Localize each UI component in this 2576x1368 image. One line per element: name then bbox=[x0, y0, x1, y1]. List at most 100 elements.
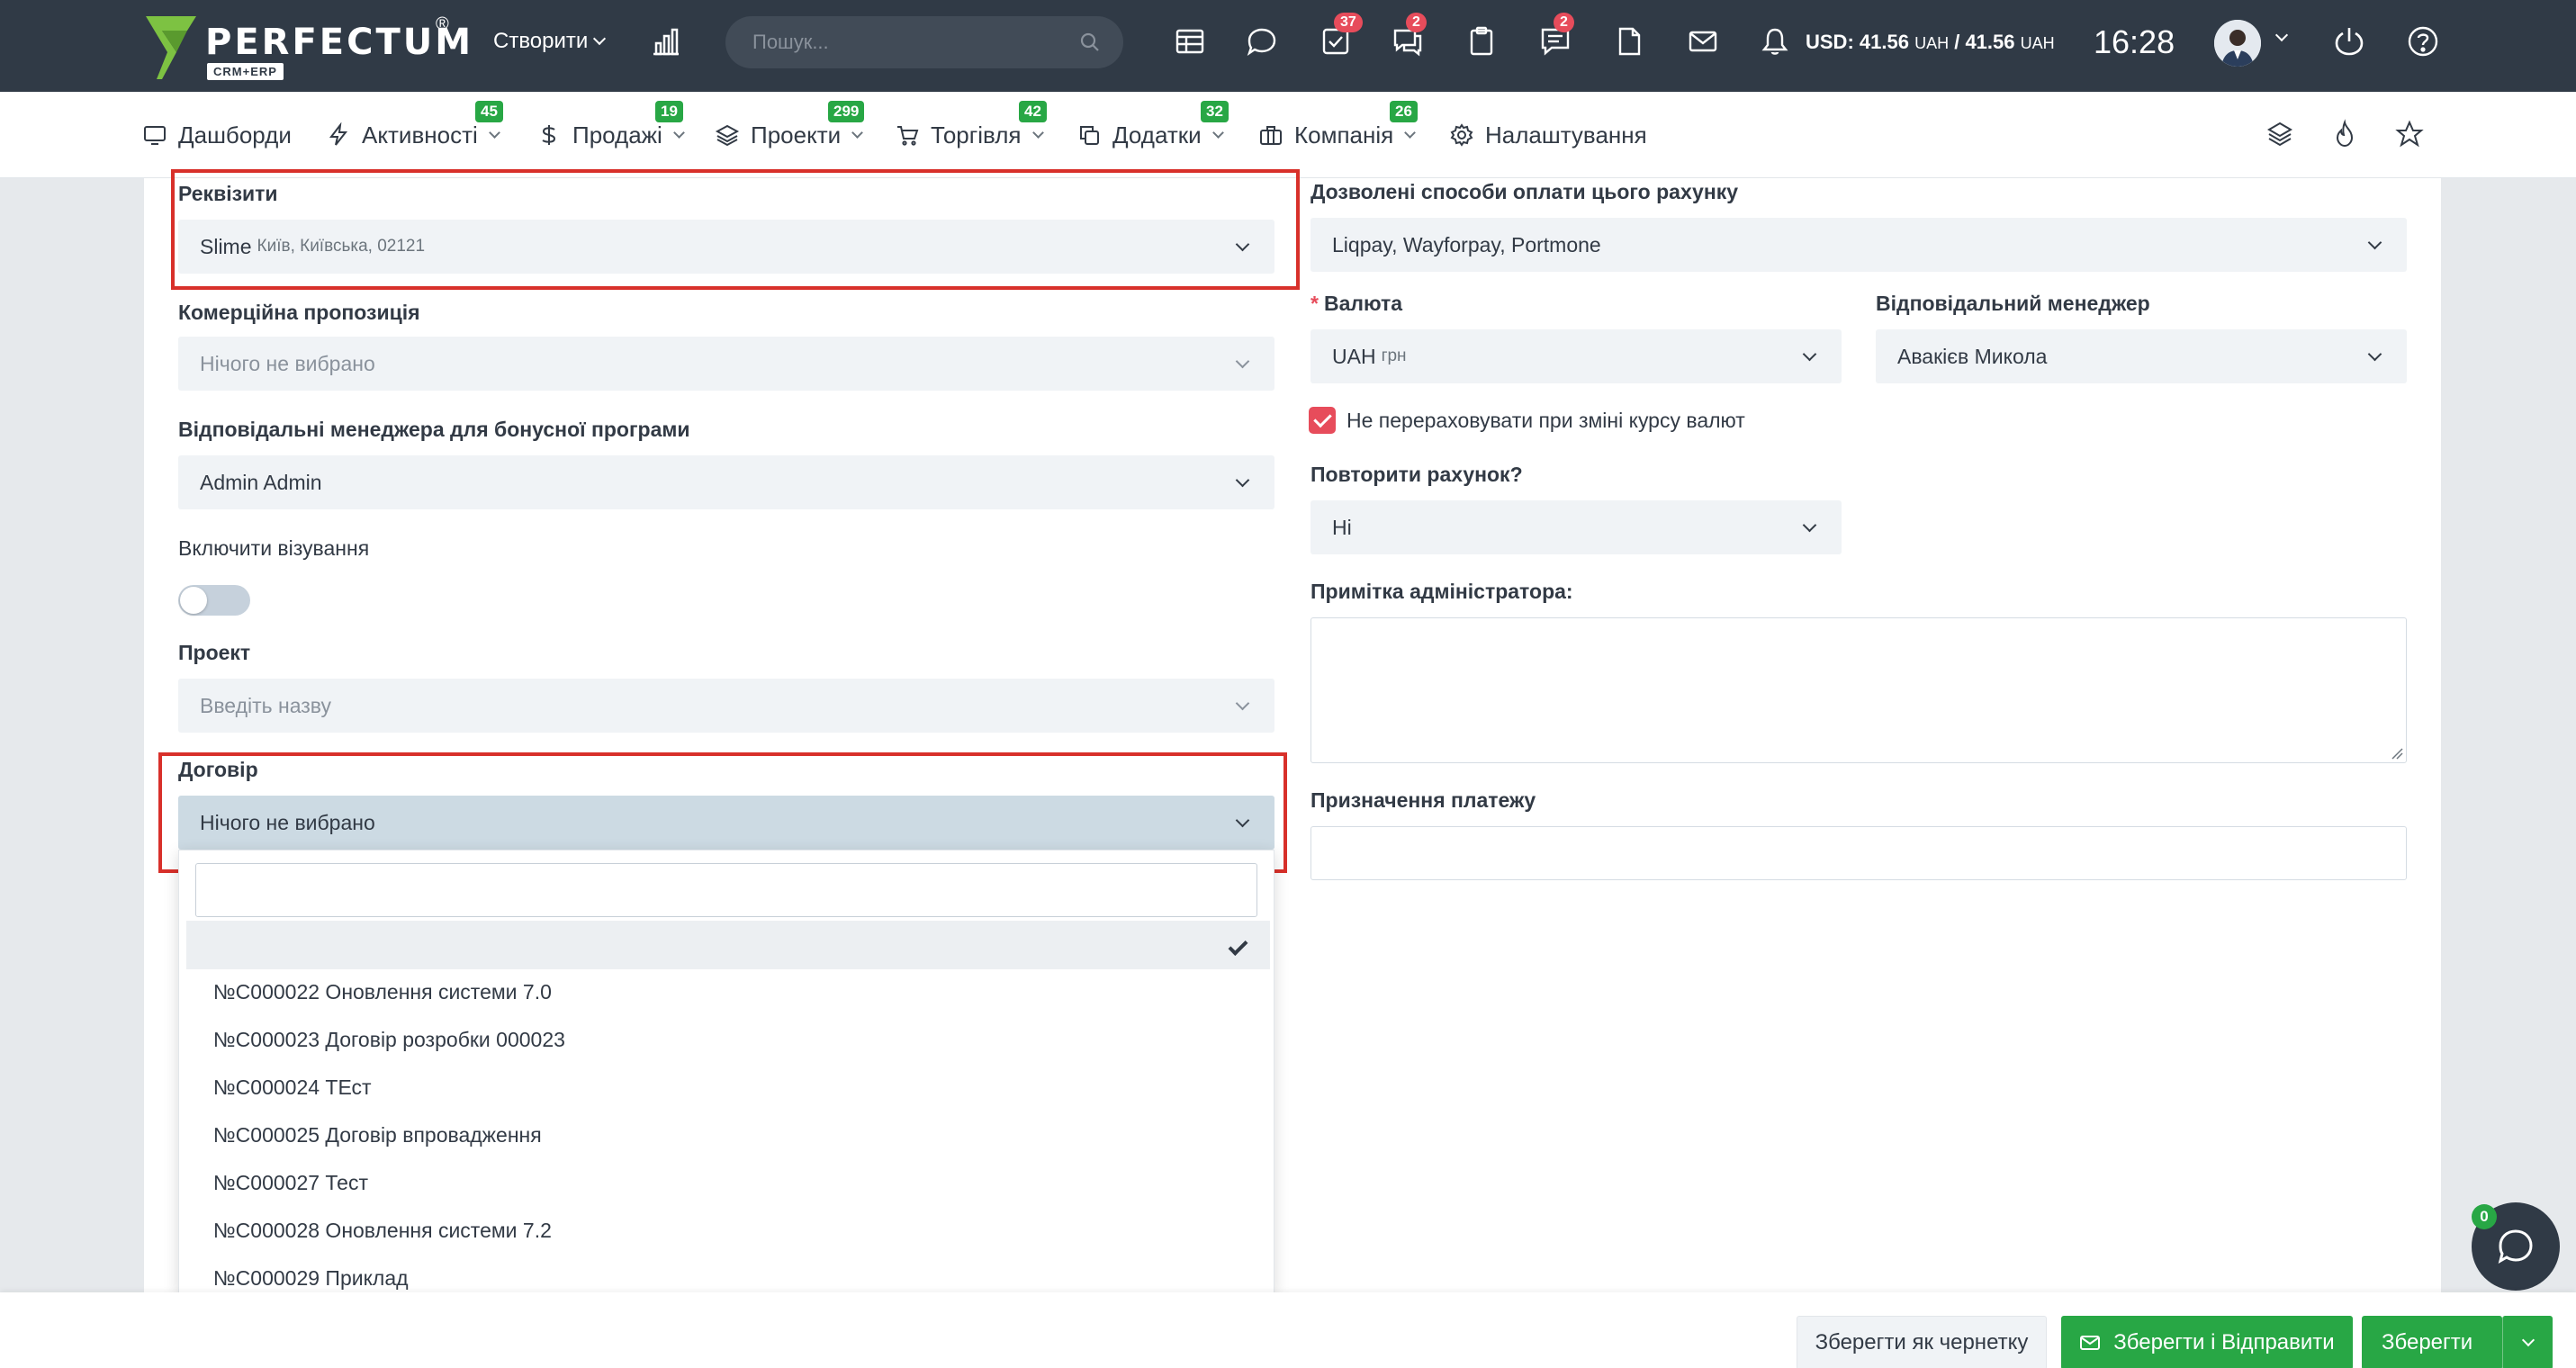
currency-unit-second: UAH bbox=[2020, 34, 2055, 52]
bonus-managers-select[interactable]: Admin Admin bbox=[178, 455, 1274, 509]
no-recalc-checkbox[interactable] bbox=[1309, 407, 1336, 434]
search-icon[interactable] bbox=[1080, 32, 1100, 52]
nav-label: Активності bbox=[362, 121, 478, 148]
nav-item-settings[interactable]: Налаштування bbox=[1449, 119, 1647, 151]
commercial-select[interactable]: Нічого не вибрано bbox=[178, 337, 1274, 391]
chat-bubble-icon[interactable] bbox=[1246, 25, 1278, 58]
currency-unit: UAH bbox=[1914, 34, 1950, 52]
search-input[interactable] bbox=[752, 16, 1067, 68]
avatar[interactable] bbox=[2214, 20, 2261, 67]
resize-grip-icon[interactable] bbox=[2391, 747, 2403, 760]
layers-icon bbox=[715, 124, 740, 147]
nav-label: Проекти bbox=[751, 121, 842, 148]
bar-chart-icon[interactable] bbox=[650, 25, 682, 58]
admin-note-textarea[interactable] bbox=[1311, 617, 2407, 763]
nav-badge: 19 bbox=[655, 101, 683, 122]
nav-badge: 45 bbox=[475, 101, 503, 122]
chevron-down-icon bbox=[1404, 126, 1417, 139]
contract-option[interactable]: №C000027 Тест bbox=[213, 1171, 368, 1195]
nav-item-activities[interactable]: Активності 45 bbox=[326, 101, 503, 151]
bonus-managers-value: Admin Admin bbox=[200, 470, 322, 494]
visa-toggle[interactable] bbox=[178, 585, 250, 616]
contract-option[interactable]: №C000022 Оновлення системи 7.0 bbox=[213, 980, 552, 1004]
nav-label: Налаштування bbox=[1485, 121, 1647, 148]
contract-option[interactable]: №C000024 ТЕст bbox=[213, 1076, 372, 1100]
nav-item-projects[interactable]: Проекти 299 bbox=[715, 101, 865, 151]
help-icon[interactable] bbox=[2407, 25, 2439, 58]
repeat-select[interactable]: Ні bbox=[1311, 500, 1842, 554]
chevron-down-icon bbox=[1802, 518, 1817, 533]
nav-item-sales[interactable]: Продажі 19 bbox=[536, 101, 685, 151]
discussions-badge: 2 bbox=[1554, 13, 1574, 32]
manager-label: Відповідальний менеджер bbox=[1876, 292, 2150, 315]
calendar-table-icon[interactable] bbox=[1174, 25, 1206, 58]
nav-badge: 299 bbox=[828, 101, 865, 122]
save-and-send-button[interactable]: Зберегти і Відправити bbox=[2061, 1316, 2353, 1368]
save-options-button[interactable] bbox=[2502, 1316, 2553, 1368]
currency-rate-value: USD: 41.56 bbox=[1806, 31, 1909, 53]
nav-item-company[interactable]: Компанія 26 bbox=[1258, 101, 1418, 151]
tasks-check-icon[interactable]: 37 bbox=[1320, 13, 1363, 58]
document-icon[interactable] bbox=[1613, 25, 1645, 58]
payment-methods-value: Liqpay, Wayforpay, Portmone bbox=[1332, 232, 1601, 256]
avatar-chevron-down-icon[interactable] bbox=[2274, 28, 2289, 42]
logo-text: PERFECTUM bbox=[205, 22, 474, 63]
no-recalc-label: Не перераховувати при зміні курсу валют bbox=[1347, 409, 1745, 432]
manager-value: Авакієв Микола bbox=[1897, 344, 2048, 368]
contract-option[interactable]: №C000025 Договір впровадження bbox=[213, 1123, 542, 1148]
manager-select[interactable]: Авакієв Микола bbox=[1876, 329, 2407, 383]
copy-icon bbox=[1080, 126, 1099, 145]
lightning-icon bbox=[329, 122, 348, 146]
contract-option[interactable]: №C000028 Оновлення системи 7.2 bbox=[213, 1219, 552, 1243]
save-draft-button[interactable]: Зберегти як чернетку bbox=[1797, 1316, 2047, 1368]
currency-select[interactable]: UAH грн bbox=[1311, 329, 1842, 383]
notification-bell-icon[interactable] bbox=[1759, 25, 1791, 58]
chevron-down-icon bbox=[1235, 354, 1250, 369]
messages-icon[interactable]: 2 bbox=[1392, 13, 1427, 58]
nav-label: Компанія bbox=[1294, 121, 1394, 148]
fire-icon[interactable] bbox=[2329, 119, 2360, 149]
create-menu-button[interactable]: Створити bbox=[493, 29, 607, 54]
logo-registered: ® bbox=[436, 14, 449, 34]
requisites-highlight bbox=[171, 169, 1300, 290]
power-icon[interactable] bbox=[2333, 25, 2365, 58]
envelope-icon bbox=[2080, 1336, 2101, 1350]
currency-rate-second: / 41.56 bbox=[1954, 31, 2015, 53]
payment-methods-select[interactable]: Liqpay, Wayforpay, Portmone bbox=[1311, 218, 2407, 272]
contract-dropdown-search[interactable] bbox=[195, 863, 1257, 917]
nav-badge: 42 bbox=[1019, 101, 1047, 122]
toggle-knob bbox=[180, 587, 207, 614]
repeat-value: Ні bbox=[1332, 515, 1352, 539]
admin-note-label: Примітка адміністратора: bbox=[1311, 580, 1573, 603]
save-button[interactable]: Зберегти bbox=[2362, 1316, 2502, 1368]
project-placeholder: Введіть назву bbox=[200, 693, 332, 717]
contract-option-empty[interactable] bbox=[186, 921, 1270, 969]
project-select[interactable]: Введіть назву bbox=[178, 679, 1274, 733]
nav-badge: 26 bbox=[1390, 101, 1418, 122]
currency-detail: грн bbox=[1381, 346, 1407, 365]
chevron-down-icon bbox=[1031, 126, 1044, 139]
project-label: Проект bbox=[178, 641, 251, 664]
nav-label: Торгівля bbox=[931, 121, 1022, 148]
contract-option[interactable]: №C000029 Приклад bbox=[213, 1266, 409, 1291]
monitor-icon bbox=[144, 126, 166, 145]
chevron-down-icon bbox=[593, 32, 607, 46]
mail-icon[interactable] bbox=[1687, 25, 1719, 58]
discussions-icon[interactable]: 2 bbox=[1539, 13, 1574, 58]
nav-item-trade[interactable]: Торгівля 42 bbox=[895, 101, 1047, 151]
chevron-down-icon bbox=[488, 126, 500, 139]
contract-option[interactable]: №C000023 Договір розробки 000023 bbox=[213, 1028, 565, 1052]
commercial-label: Комерційна пропозиція bbox=[178, 301, 420, 324]
star-icon[interactable] bbox=[2394, 119, 2425, 149]
create-label: Створити bbox=[493, 29, 589, 53]
nav-item-addons[interactable]: Додатки 32 bbox=[1076, 101, 1229, 151]
top-header: PERFECTUM ® CRM+ERP Створити 37 bbox=[0, 0, 2576, 92]
perfectum-logo[interactable]: PERFECTUM ® CRM+ERP bbox=[142, 13, 471, 81]
nav-label: Продажі bbox=[572, 121, 662, 148]
nav-item-dashboards[interactable]: Дашборди bbox=[142, 119, 292, 151]
chevron-down-icon bbox=[2367, 235, 2382, 250]
clipboard-icon[interactable] bbox=[1465, 25, 1498, 58]
currency-value: UAH bbox=[1332, 344, 1376, 368]
layers-toggle-icon[interactable] bbox=[2265, 119, 2295, 149]
payment-purpose-input[interactable] bbox=[1311, 826, 2407, 880]
